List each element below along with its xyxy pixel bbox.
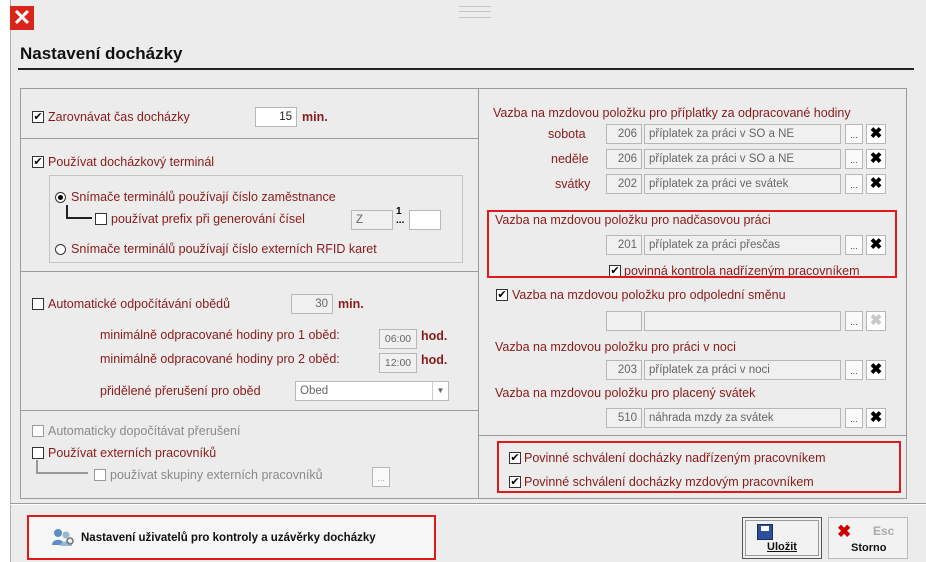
lunch-min1-label: minimálně odpracované hodiny pro 1 oběd: [100, 328, 340, 342]
afternoon-name-input[interactable] [644, 311, 841, 331]
surcharge-code-input[interactable]: 202 [606, 174, 642, 194]
highlight-overtime [487, 210, 897, 278]
divider [478, 435, 907, 436]
chevron-down-icon[interactable]: ▼ [432, 382, 448, 400]
highlight-approvals [497, 441, 901, 493]
save-button[interactable]: Uložit [742, 517, 822, 559]
users-settings-icon [51, 527, 75, 547]
divider [21, 271, 478, 272]
clear-icon[interactable]: ✖ [866, 124, 886, 144]
surcharge-title: Vazba na mzdovou položku pro příplatky z… [493, 106, 851, 120]
external-label: Používat externích pracovníků [48, 446, 217, 460]
save-label: Uložit [767, 541, 797, 553]
night-code-input[interactable]: 203 [606, 360, 642, 380]
lunch-min2-unit: hod. [421, 353, 448, 367]
divider [21, 410, 478, 411]
align-label: Zarovnávat čas docházky [48, 110, 190, 124]
close-icon[interactable]: ✕ [10, 6, 34, 30]
lunch-break-value: Obed [300, 385, 329, 397]
external-checkbox[interactable] [32, 447, 44, 459]
radio-employee-number[interactable] [55, 192, 66, 203]
prefix-label: používat prefix při generování čísel [111, 212, 305, 226]
prefix-from-input[interactable]: Z [351, 210, 393, 230]
holiday-code-input[interactable]: 510 [606, 408, 642, 428]
surcharge-browse-button[interactable]: ... [845, 124, 863, 144]
users-settings-button[interactable]: Nastavení uživatelů pro kontroly a uzávě… [27, 515, 436, 560]
align-checkbox[interactable] [32, 111, 44, 123]
lunch-min2-input[interactable]: 12:00 [379, 353, 417, 373]
page-title: Nastavení docházky [20, 44, 183, 63]
cancel-icon: ✖ [837, 522, 852, 541]
terminal-label: Používat docházkový terminál [48, 155, 215, 169]
clear-icon[interactable]: ✖ [866, 174, 886, 194]
lunch-min1-input[interactable]: 06:00 [379, 329, 417, 349]
divider [21, 138, 478, 139]
cancel-label: Storno [851, 542, 887, 554]
clear-icon[interactable]: ✖ [866, 311, 886, 331]
ext-groups-checkbox[interactable] [94, 469, 106, 481]
lunch-min2-label: minimálně odpracované hodiny pro 2 oběd: [100, 352, 340, 366]
clear-icon[interactable]: ✖ [866, 408, 886, 428]
align-minutes-input[interactable]: 15 [255, 107, 297, 127]
terminal-checkbox[interactable] [32, 156, 44, 168]
lunch-unit: min. [338, 297, 364, 311]
footer-divider-highlight [10, 504, 926, 505]
settings-panel: Zarovnávat čas docházky 15 min. Používat… [20, 88, 907, 499]
radio-employee-number-label: Snímače terminálů používají číslo zaměst… [71, 190, 336, 204]
lunch-label: Automatické odpočítávání obědů [48, 297, 231, 311]
lunch-minutes-input[interactable]: 30 [291, 294, 333, 314]
night-name-input[interactable]: příplatek za práci v noci [644, 360, 841, 380]
auto-break-checkbox[interactable] [32, 425, 44, 437]
afternoon-browse-button[interactable]: ... [845, 311, 863, 331]
prefix-range-dots: ... [396, 215, 405, 226]
radio-rfid[interactable] [55, 244, 66, 255]
drag-grip[interactable] [459, 6, 491, 18]
holiday-browse-button[interactable]: ... [845, 408, 863, 428]
surcharge-day-nedele: neděle [551, 152, 589, 166]
holiday-title: Vazba na mzdovou položku pro placený svá… [495, 386, 756, 400]
surcharge-name-input[interactable]: příplatek za práci ve svátek [644, 174, 841, 194]
panel-divider [478, 89, 479, 498]
prefix-range-mark: 1... [396, 207, 405, 226]
lunch-min1-unit: hod. [421, 329, 448, 343]
holiday-name-input[interactable]: náhrada mzdy za svátek [644, 408, 841, 428]
surcharge-day-sobota: sobota [548, 127, 586, 141]
prefix-checkbox[interactable] [95, 213, 107, 225]
radio-rfid-label: Snímače terminálů používají číslo extern… [71, 242, 377, 256]
surcharge-name-input[interactable]: příplatek za práci v SO a NE [644, 149, 841, 169]
surcharge-day-svatky: svátky [555, 177, 591, 191]
tree-connector [66, 205, 92, 219]
clear-icon[interactable]: ✖ [866, 149, 886, 169]
lunch-break-label: přidělené přerušení pro oběd [100, 384, 261, 398]
surcharge-code-input[interactable]: 206 [606, 149, 642, 169]
afternoon-code-input[interactable] [606, 311, 642, 331]
auto-break-label: Automaticky dopočítávat přerušení [48, 424, 241, 438]
surcharge-code-input[interactable]: 206 [606, 124, 642, 144]
clear-icon[interactable]: ✖ [866, 360, 886, 380]
afternoon-checkbox[interactable] [496, 289, 508, 301]
align-unit: min. [302, 110, 328, 124]
lunch-checkbox[interactable] [32, 298, 44, 310]
tree-connector [36, 460, 88, 474]
users-settings-label: Nastavení uživatelů pro kontroly a uzávě… [81, 532, 376, 544]
surcharge-name-input[interactable]: příplatek za práci v SO a NE [644, 124, 841, 144]
surcharge-browse-button[interactable]: ... [845, 174, 863, 194]
prefix-to-input[interactable] [409, 210, 441, 230]
afternoon-label: Vazba na mzdovou položku pro odpolední s… [512, 288, 786, 302]
esc-label: Esc [873, 524, 895, 538]
night-browse-button[interactable]: ... [845, 360, 863, 380]
surcharge-browse-button[interactable]: ... [845, 149, 863, 169]
lunch-break-select[interactable]: Obed ▼ [295, 381, 449, 401]
title-underline [18, 68, 914, 70]
save-icon [757, 524, 773, 540]
ext-groups-browse-button[interactable]: ... [372, 467, 390, 487]
ext-groups-label: používat skupiny externích pracovníků [110, 468, 323, 482]
cancel-button[interactable]: ✖ Esc Storno [828, 517, 908, 559]
night-title: Vazba na mzdovou položku pro práci v noc… [495, 340, 736, 354]
